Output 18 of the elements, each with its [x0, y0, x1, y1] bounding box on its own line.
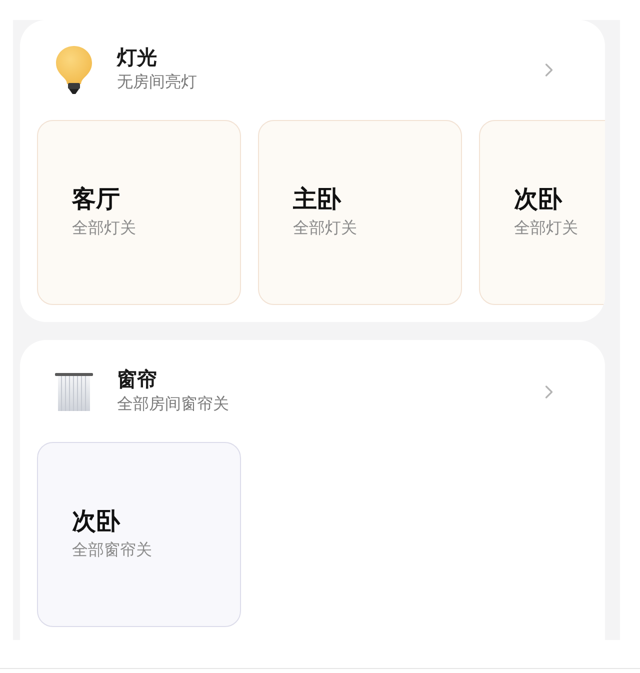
room-status: 全部灯关 [514, 218, 579, 238]
room-name: 次卧 [514, 184, 564, 214]
room-tile[interactable]: 次卧 全部灯关 [479, 120, 605, 305]
room-name: 主卧 [293, 184, 342, 214]
section-subtitle: 无房间亮灯 [117, 72, 198, 93]
room-name: 次卧 [72, 506, 122, 536]
section-title: 窗帘 [117, 368, 158, 393]
curtain-icon [55, 373, 93, 411]
room-status: 全部灯关 [72, 218, 137, 238]
room-tile[interactable]: 次卧 全部窗帘关 [37, 442, 241, 627]
room-tile[interactable]: 客厅 全部灯关 [37, 120, 241, 305]
section-subtitle: 全部房间窗帘关 [117, 394, 230, 415]
room-status: 全部灯关 [293, 218, 358, 238]
light-bulb-icon [56, 46, 92, 94]
room-tile[interactable]: 主卧 全部灯关 [258, 120, 462, 305]
room-name: 客厅 [72, 184, 121, 214]
section-title: 灯光 [117, 46, 158, 71]
room-status: 全部窗帘关 [72, 540, 153, 560]
